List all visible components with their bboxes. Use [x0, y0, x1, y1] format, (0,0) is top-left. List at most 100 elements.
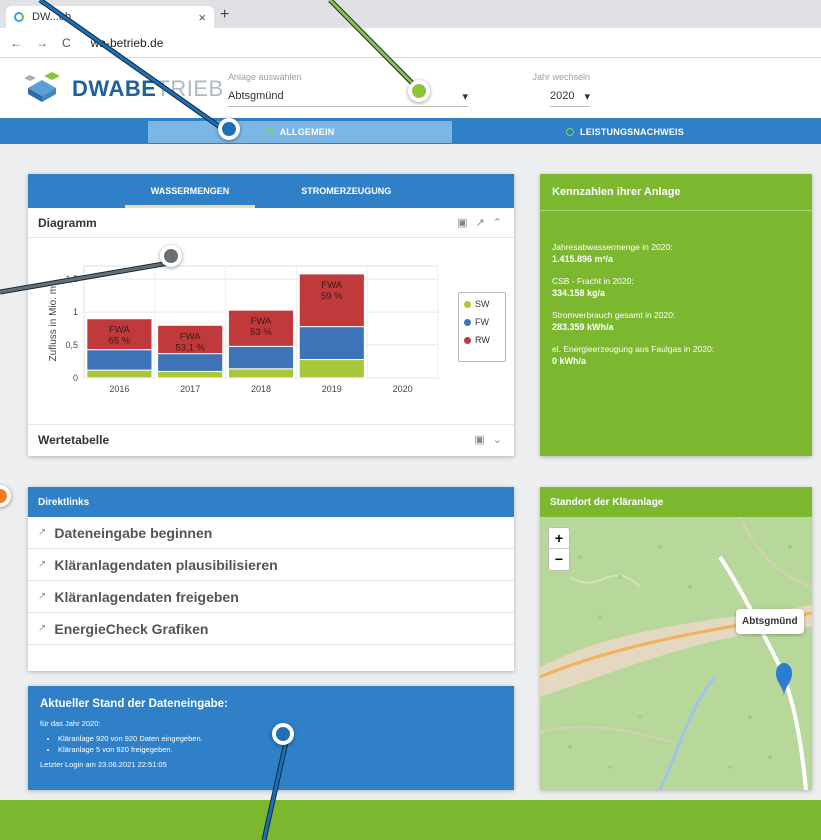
tab-wassermengen[interactable]: WASSERMENGEN: [124, 174, 256, 208]
tab-allgemein[interactable]: ALLGEMEIN: [148, 121, 452, 143]
map-view[interactable]: [540, 517, 812, 790]
tab-allgemein-label: ALLGEMEIN: [279, 127, 335, 137]
kennzahl-item: el. Energieerzeugung aus Faulgas in 2020…: [540, 343, 812, 367]
kennzahl-value: 1.415.896 m³/a: [552, 254, 614, 264]
chart-card: WASSERMENGEN STROMERZEUGUNG Diagramm ▣ ↗…: [28, 174, 514, 456]
kennzahl-value: 283.359 kWh/a: [552, 322, 614, 332]
bar-annotation: 65 %: [109, 336, 131, 347]
chevron-down-icon[interactable]: ⌄: [493, 433, 502, 446]
direktlinks-title: Direktlinks: [28, 487, 514, 517]
legend-item-rw[interactable]: RW: [464, 335, 500, 345]
callout-marker-blue: [218, 118, 240, 140]
dropdown-caret-icon: ▾: [462, 91, 468, 103]
callout-marker-grey: [160, 245, 182, 267]
legend-item-sw[interactable]: SW: [464, 299, 500, 309]
status-list: Kläranlage 920 von 920 Daten eingegeben.…: [28, 733, 514, 755]
favicon-icon: [14, 12, 24, 22]
kennzahlen-card: Kennzahlen ihrer Anlage Jahresabwasserme…: [540, 174, 812, 456]
map-card: Standort der Kläranlage + − Abtsgmünd: [540, 487, 812, 790]
plant-select-value: Abtsgmünd: [228, 90, 284, 102]
logo-cube-icon: [24, 72, 60, 102]
bar-segment-fw: [298, 326, 365, 361]
year-select[interactable]: Jahr wechseln 2020 ▾: [532, 72, 590, 107]
last-login: Letzter Login am 23.06.2021 22:51:05: [40, 760, 167, 769]
tab-stromerzeugung[interactable]: STROMERZEUGUNG: [275, 174, 417, 208]
x-tick-label: 2016: [109, 384, 129, 394]
tab-leistungsnachweis[interactable]: LEISTUNGSNACHWEIS: [470, 121, 780, 143]
external-link-icon: ↗: [38, 623, 47, 634]
ring-icon: [265, 128, 274, 136]
bar-segment-fw: [157, 353, 224, 372]
zoom-out-button[interactable]: −: [549, 549, 569, 569]
kennzahl-label: CSB - Fracht in 2020:: [552, 276, 634, 286]
kennzahl-item: Stromverbrauch gesamt in 2020: 283.359 kW…: [540, 309, 812, 333]
footer-bar: [0, 800, 821, 840]
direktlink[interactable]: ↗ Dateneingabe beginnen: [28, 517, 514, 549]
map-place-popup: Abtsgmünd: [736, 609, 804, 634]
address-bar: ← → C wa-betrieb.de: [0, 28, 821, 58]
y-tick-label: 0,5: [65, 340, 78, 350]
kennzahl-value: 0 kWh/a: [552, 356, 587, 366]
dropdown-caret-icon: ▾: [584, 91, 590, 103]
bar-segment-fw: [227, 345, 295, 370]
bar-annotation: FWA: [180, 331, 201, 342]
forward-arrow-icon[interactable]: →: [36, 36, 48, 50]
logo-wordmark[interactable]: DWABETRIEB: [72, 76, 224, 102]
ring-icon: [566, 128, 575, 136]
kennzahl-label: Jahresabwassermenge in 2020:: [552, 242, 673, 252]
tab-leistungsnachweis-label: LEISTUNGSNACHWEIS: [580, 127, 684, 137]
browser-tab-title: DW...eb: [32, 11, 72, 23]
y-tick-label: 1,5: [65, 274, 78, 284]
kennzahlen-title: Kennzahlen ihrer Anlage: [540, 174, 812, 211]
chart-svg: 0 0,5 1 1,5 2016 2017 2018 2019 2020 Zufluss in M…: [48, 265, 439, 394]
close-tab-icon[interactable]: ×: [198, 10, 206, 25]
y-axis-label: Zufluss in Mio. m³: [48, 282, 59, 362]
direktlink[interactable]: ↗ Kläranlagendaten plausibilisieren: [28, 549, 514, 581]
direktlink[interactable]: ↗ Kläranlagendaten freigeben: [28, 581, 514, 613]
legend-item-fw[interactable]: FW: [464, 317, 500, 327]
back-arrow-icon[interactable]: ←: [10, 36, 22, 50]
legend-label-sw: SW: [475, 299, 490, 309]
direktlinks-card: Direktlinks ↗ Dateneingabe beginnen ↗ Klär…: [28, 487, 514, 671]
status-title: Aktueller Stand der Dateneingabe:: [40, 698, 228, 710]
external-link-icon: ↗: [38, 591, 47, 602]
bar-segment-sw: [298, 359, 365, 379]
chevron-up-icon[interactable]: ⌃: [493, 216, 502, 229]
expand-icon[interactable]: ↗: [476, 216, 485, 229]
external-link-icon: ↗: [38, 559, 47, 570]
direktlink-label: Kläranlagendaten freigeben: [54, 588, 239, 605]
bar-annotation: 59 %: [321, 291, 343, 302]
bar-annotation: 53 %: [250, 327, 272, 338]
bar-annotation: FWA: [321, 280, 342, 291]
save-icon[interactable]: ▣: [457, 216, 467, 229]
chart-legend: SW FW RW: [458, 292, 506, 362]
wertetabelle-header[interactable]: Wertetabelle ▣ ⌄: [28, 424, 514, 454]
year-select-value: 2020: [550, 90, 575, 102]
diagramm-header: Diagramm ▣ ↗ ⌃: [28, 208, 514, 238]
url-field[interactable]: wa-betrieb.de: [91, 36, 164, 50]
direktlink[interactable]: ↗ EnergieCheck Grafiken: [28, 613, 514, 645]
main-nav: ALLGEMEIN LEISTUNGSNACHWEIS: [0, 118, 821, 144]
kennzahl-label: Stromverbrauch gesamt in 2020:: [552, 310, 676, 320]
callout-marker-blue-bottom: [272, 723, 294, 745]
direktlink-label: Kläranlagendaten plausibilisieren: [54, 556, 278, 573]
status-card: Aktueller Stand der Dateneingabe: für da…: [28, 686, 514, 790]
new-tab-button[interactable]: +: [220, 6, 229, 24]
kennzahl-label: el. Energieerzeugung aus Faulgas in 2020…: [552, 344, 715, 354]
save-icon[interactable]: ▣: [474, 433, 484, 446]
logo-secondary-text: TRIEB: [156, 76, 224, 101]
screen: DW...eb × + ← → C wa-betrieb.de DWABETRI…: [0, 0, 821, 840]
x-tick-label: 2020: [393, 384, 413, 394]
zoom-in-button[interactable]: +: [549, 528, 569, 549]
plant-select[interactable]: Anlage auswählen Abtsgmünd ▾: [228, 72, 468, 107]
y-tick-label: 1: [73, 307, 78, 317]
legend-dot-rw: [464, 336, 471, 344]
external-link-icon: ↗: [38, 527, 47, 538]
logo-primary-text: DWABE: [72, 76, 157, 101]
chart-card-tabs: WASSERMENGEN STROMERZEUGUNG: [28, 174, 514, 208]
diagramm-title: Diagramm: [38, 215, 97, 230]
reload-icon[interactable]: C: [62, 36, 71, 50]
bar-segment-sw: [86, 369, 153, 379]
direktlink-label: EnergieCheck Grafiken: [54, 620, 209, 637]
browser-tab[interactable]: DW...eb ×: [6, 6, 214, 28]
